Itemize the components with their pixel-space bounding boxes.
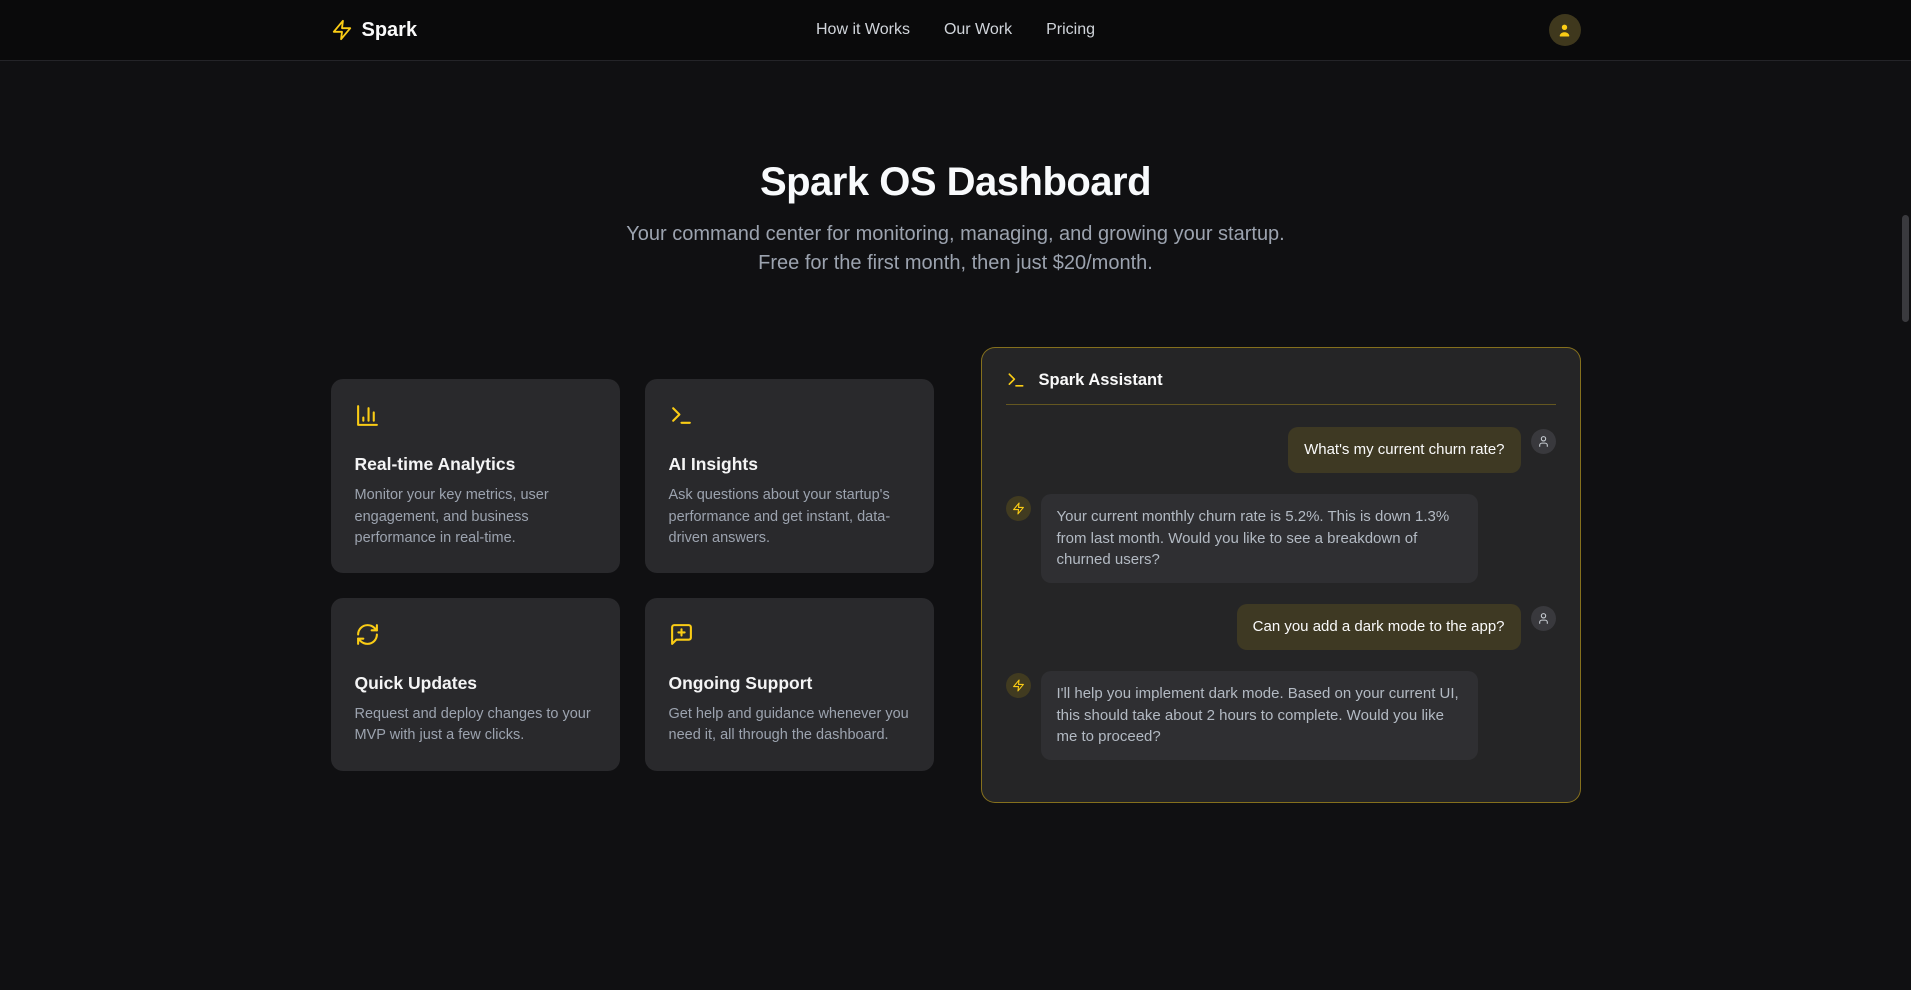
- page-title: Spark OS Dashboard: [0, 160, 1911, 205]
- chat-message-user: What's my current churn rate?: [1006, 427, 1556, 473]
- assistant-title: Spark Assistant: [1039, 371, 1163, 390]
- feature-card: AI Insights Ask questions about your sta…: [645, 379, 934, 573]
- bar-chart-icon: [355, 403, 380, 428]
- feature-description: Ask questions about your startup's perfo…: [669, 485, 910, 549]
- chat-message-assistant: Your current monthly churn rate is 5.2%.…: [1006, 494, 1556, 583]
- feature-title: Quick Updates: [355, 673, 596, 694]
- user-outline-icon: [1537, 435, 1550, 448]
- assistant-message-bubble: Your current monthly churn rate is 5.2%.…: [1041, 494, 1478, 583]
- top-navigation: Spark How it Works Our Work Pricing: [0, 0, 1911, 61]
- feature-description: Request and deploy changes to your MVP w…: [355, 704, 596, 747]
- refresh-icon: [355, 622, 380, 647]
- terminal-icon: [669, 403, 694, 428]
- features-grid: Real-time Analytics Monitor your key met…: [331, 379, 934, 771]
- feature-card: Quick Updates Request and deploy changes…: [331, 598, 620, 771]
- feature-title: Real-time Analytics: [355, 454, 596, 475]
- spark-assistant-panel: Spark Assistant What's my current churn …: [981, 347, 1581, 803]
- feature-title: Ongoing Support: [669, 673, 910, 694]
- user-message-bubble: What's my current churn rate?: [1288, 427, 1520, 473]
- message-square-plus-icon: [669, 622, 694, 647]
- assistant-header: Spark Assistant: [982, 370, 1580, 404]
- nav-link-our-work[interactable]: Our Work: [944, 21, 1012, 39]
- user-message-bubble: Can you add a dark mode to the app?: [1237, 604, 1521, 650]
- chat-messages: What's my current churn rate? Your curre…: [982, 405, 1580, 760]
- feature-description: Get help and guidance whenever you need …: [669, 704, 910, 747]
- page-subtitle: Your command center for monitoring, mana…: [606, 220, 1306, 278]
- assistant-avatar: [1006, 673, 1031, 698]
- user-outline-icon: [1537, 612, 1550, 625]
- assistant-avatar: [1006, 496, 1031, 521]
- zap-icon: [1012, 502, 1025, 515]
- zap-icon: [1012, 679, 1025, 692]
- assistant-message-bubble: I'll help you implement dark mode. Based…: [1041, 671, 1478, 760]
- page: Spark How it Works Our Work Pricing Spark …: [0, 0, 1911, 990]
- chat-message-assistant: I'll help you implement dark mode. Based…: [1006, 671, 1556, 760]
- nav-links: How it Works Our Work Pricing: [816, 21, 1095, 39]
- user-avatar: [1531, 606, 1556, 631]
- nav-link-how-it-works[interactable]: How it Works: [816, 21, 910, 39]
- feature-title: AI Insights: [669, 454, 910, 475]
- terminal-icon: [1006, 370, 1026, 390]
- chat-message-user: Can you add a dark mode to the app?: [1006, 604, 1556, 650]
- main-content: Spark OS Dashboard Your command center f…: [0, 61, 1911, 803]
- nav-inner: Spark How it Works Our Work Pricing: [331, 0, 1581, 60]
- brand-label: Spark: [362, 19, 418, 42]
- content-columns: Real-time Analytics Monitor your key met…: [331, 347, 1581, 803]
- feature-card: Ongoing Support Get help and guidance wh…: [645, 598, 934, 771]
- feature-card: Real-time Analytics Monitor your key met…: [331, 379, 620, 573]
- account-avatar-button[interactable]: [1549, 14, 1581, 46]
- brand-logo[interactable]: Spark: [331, 19, 418, 42]
- user-avatar: [1531, 429, 1556, 454]
- feature-description: Monitor your key metrics, user engagemen…: [355, 485, 596, 549]
- zap-icon: [331, 19, 353, 41]
- vertical-scrollbar-thumb[interactable]: [1902, 215, 1909, 322]
- user-icon: [1556, 22, 1573, 39]
- nav-link-pricing[interactable]: Pricing: [1046, 21, 1095, 39]
